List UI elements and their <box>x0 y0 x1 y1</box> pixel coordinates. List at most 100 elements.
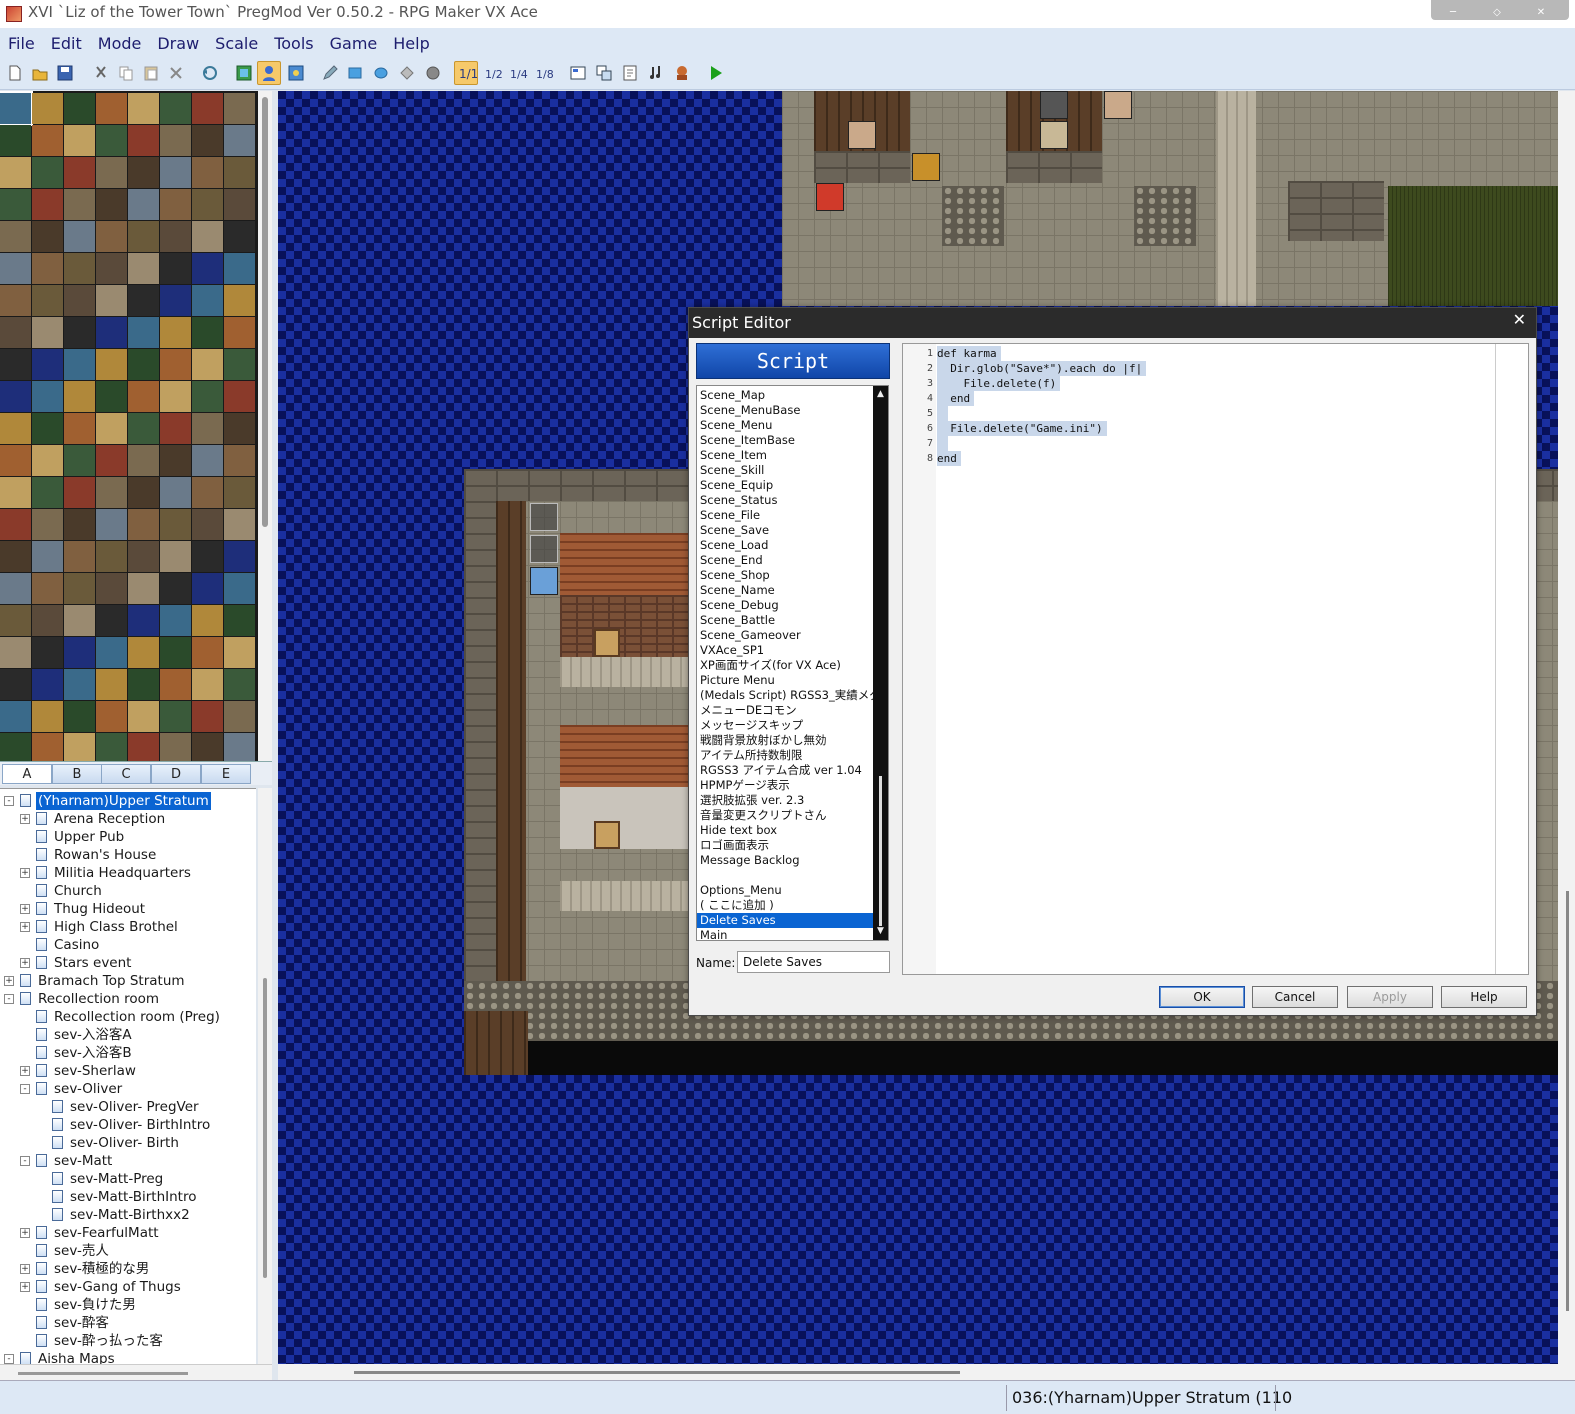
expand-icon[interactable]: + <box>4 976 14 986</box>
npc-sprite-4[interactable] <box>1040 91 1068 119</box>
house-door-2[interactable] <box>594 821 620 849</box>
tile[interactable] <box>160 349 191 380</box>
tile[interactable] <box>96 125 127 156</box>
expand-icon[interactable]: + <box>20 904 30 914</box>
map-tree-node[interactable]: + sev-FearfulMatt <box>0 1224 256 1242</box>
tile[interactable] <box>96 573 127 604</box>
tile[interactable] <box>128 125 159 156</box>
map-tree-scroll-thumb[interactable] <box>263 978 267 1278</box>
tile[interactable] <box>32 189 63 220</box>
tile[interactable] <box>0 637 31 668</box>
tile[interactable] <box>96 253 127 284</box>
tile[interactable] <box>128 253 159 284</box>
map-tree-node[interactable]: sev-酔客 <box>0 1314 256 1332</box>
tile[interactable] <box>32 125 63 156</box>
tile[interactable] <box>0 509 31 540</box>
tile[interactable] <box>128 541 159 572</box>
tile[interactable] <box>32 253 63 284</box>
tile[interactable] <box>128 445 159 476</box>
tile[interactable] <box>0 91 33 126</box>
menu-draw[interactable]: Draw <box>149 28 207 58</box>
script-list-item[interactable]: Scene_Save <box>697 523 873 538</box>
tile[interactable] <box>160 189 191 220</box>
tile[interactable] <box>128 93 159 124</box>
script-list-scrollbar[interactable]: ▲ ▼ <box>873 386 888 940</box>
map-vscroll-thumb[interactable] <box>1566 891 1569 1311</box>
map-horizontal-scrollbar[interactable] <box>278 1364 1575 1380</box>
tile[interactable] <box>64 125 95 156</box>
script-list-item[interactable]: メッセージスキップ <box>697 718 873 733</box>
map-layer-icon[interactable] <box>235 64 253 82</box>
map-tree-node[interactable]: + Bramach Top Stratum <box>0 972 256 990</box>
tile[interactable] <box>0 701 31 732</box>
tile[interactable] <box>32 93 63 124</box>
tile[interactable] <box>64 413 95 444</box>
save-project-icon[interactable] <box>56 64 74 82</box>
map-tree-node[interactable]: Casino <box>0 936 256 954</box>
tile[interactable] <box>0 605 31 636</box>
tile[interactable] <box>0 189 31 220</box>
script-list-item[interactable]: Scene_Name <box>697 583 873 598</box>
script-list-item[interactable] <box>697 868 873 883</box>
tileset-tab-e[interactable]: E <box>201 764 251 784</box>
database-icon[interactable] <box>569 64 587 82</box>
tile[interactable] <box>96 509 127 540</box>
map-tree-node[interactable]: sev-売人 <box>0 1242 256 1260</box>
tileset-tab-a[interactable]: A <box>2 764 52 784</box>
script-list-item[interactable]: Scene_Load <box>697 538 873 553</box>
tile[interactable] <box>64 445 95 476</box>
tile[interactable] <box>96 381 127 412</box>
map-tree-node[interactable]: + Stars event <box>0 954 256 972</box>
tile[interactable] <box>96 317 127 348</box>
tile[interactable] <box>64 573 95 604</box>
tile[interactable] <box>96 701 127 732</box>
tile[interactable] <box>32 701 63 732</box>
tile[interactable] <box>64 189 95 220</box>
map-tree-node[interactable]: sev-入浴客B <box>0 1044 256 1062</box>
menu-mode[interactable]: Mode <box>90 28 150 58</box>
script-list-item[interactable]: (Medals Script) RGSS3_実績メダル <box>697 688 873 703</box>
script-list-item[interactable]: VXAce_SP1 <box>697 643 873 658</box>
tile[interactable] <box>128 189 159 220</box>
menu-scale[interactable]: Scale <box>207 28 266 58</box>
tile[interactable] <box>192 573 223 604</box>
tile[interactable] <box>192 349 223 380</box>
tile[interactable] <box>32 509 63 540</box>
map-vertical-scrollbar[interactable] <box>1558 91 1575 1364</box>
tile[interactable] <box>96 157 127 188</box>
tile[interactable] <box>128 669 159 700</box>
tile[interactable] <box>128 733 159 761</box>
tile[interactable] <box>0 381 31 412</box>
map-tree-node[interactable]: Rowan's House <box>0 846 256 864</box>
tile[interactable] <box>224 637 255 668</box>
tile[interactable] <box>96 413 127 444</box>
collapse-icon[interactable]: - <box>4 994 14 1004</box>
tile[interactable] <box>64 221 95 252</box>
tile[interactable] <box>32 349 63 380</box>
menu-game[interactable]: Game <box>322 28 386 58</box>
tile[interactable] <box>32 317 63 348</box>
map-tree-node[interactable]: + Thug Hideout <box>0 900 256 918</box>
open-project-icon[interactable] <box>31 64 49 82</box>
expand-icon[interactable]: + <box>20 868 30 878</box>
map-tree-node[interactable]: - (Yharnam)Upper Stratum <box>0 792 256 810</box>
tile[interactable] <box>192 157 223 188</box>
tile[interactable] <box>96 445 127 476</box>
map-tree-node[interactable]: + sev-積極的な男 <box>0 1260 256 1278</box>
tile[interactable] <box>64 733 95 761</box>
maximize-icon[interactable]: ◇ <box>1475 4 1519 22</box>
map-tree-node[interactable]: sev-負けた男 <box>0 1296 256 1314</box>
script-list-item[interactable]: 音量変更スクリプトさん <box>697 808 873 823</box>
tile[interactable] <box>160 253 191 284</box>
script-list-item[interactable]: アイテム所持数制限 <box>697 748 873 763</box>
scale-1-4-icon[interactable]: 1/4 <box>510 64 528 82</box>
tile[interactable] <box>160 381 191 412</box>
npc-sprite-2[interactable] <box>1040 121 1068 149</box>
tile[interactable] <box>160 285 191 316</box>
tile[interactable] <box>160 701 191 732</box>
tile[interactable] <box>192 477 223 508</box>
tile[interactable] <box>32 541 63 572</box>
tile[interactable] <box>192 413 223 444</box>
script-list-scroll-thumb[interactable] <box>879 776 882 926</box>
expand-icon[interactable]: + <box>20 1228 30 1238</box>
